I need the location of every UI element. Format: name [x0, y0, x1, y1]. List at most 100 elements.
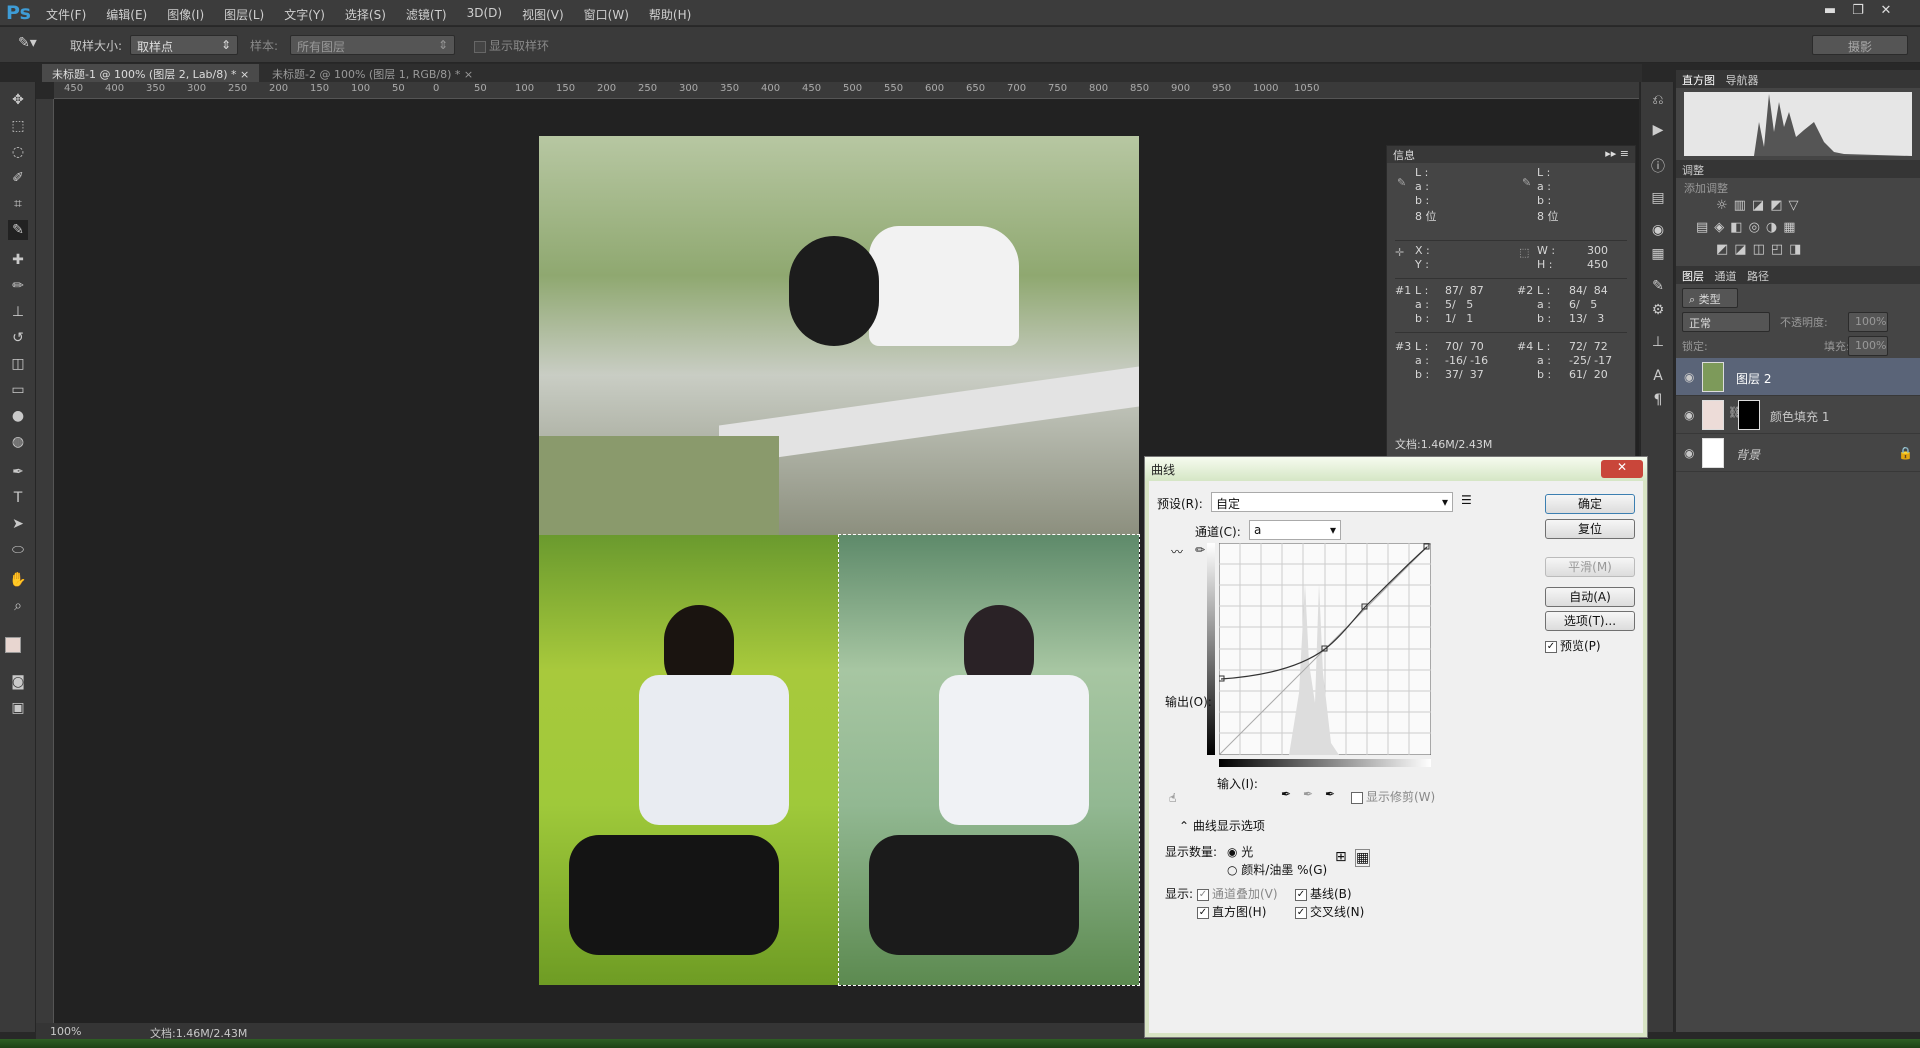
- menu-item[interactable]: 滤镜(T): [406, 6, 447, 23]
- path-select-icon[interactable]: ➤: [8, 514, 28, 534]
- channel-overlay-checkbox[interactable]: ✓ 通道叠加(V): [1197, 885, 1278, 902]
- menu-item[interactable]: 3D(D): [467, 6, 502, 23]
- eye-icon[interactable]: ◉: [1684, 408, 1694, 422]
- menu-item[interactable]: 选择(S): [345, 6, 386, 23]
- layer-kind-filter[interactable]: ⌕ 类型: [1682, 288, 1738, 308]
- brush-presets-icon[interactable]: ⚙: [1648, 302, 1668, 322]
- layer-name[interactable]: 颜色填充 1: [1770, 408, 1829, 425]
- adjustment-icons-row-3[interactable]: ◩◪◫◰◨: [1716, 242, 1807, 257]
- black-point-eyedropper-icon[interactable]: ✒: [1281, 787, 1291, 801]
- sample-select[interactable]: 所有图层 ⇕: [290, 35, 455, 55]
- fill-input[interactable]: 100%: [1848, 336, 1888, 356]
- tab-channels[interactable]: 通道: [1715, 270, 1737, 283]
- character-panel-icon[interactable]: A: [1648, 368, 1668, 388]
- history-brush-icon[interactable]: ↺: [8, 328, 28, 348]
- info-panel-icon[interactable]: ⓘ: [1648, 156, 1668, 176]
- curve-point-tool-icon[interactable]: 〰: [1171, 543, 1183, 560]
- hand-tool-icon[interactable]: ✋: [8, 570, 28, 590]
- histogram-checkbox[interactable]: ✓ 直方图(H): [1197, 903, 1266, 920]
- display-options-toggle[interactable]: ⌃ 曲线显示选项: [1179, 817, 1265, 834]
- menu-item[interactable]: 图像(I): [167, 6, 204, 23]
- eraser-tool-icon[interactable]: ◫: [8, 354, 28, 374]
- menu-item[interactable]: 图层(L): [224, 6, 264, 23]
- move-tool-icon[interactable]: ✥: [8, 90, 28, 110]
- adjustment-icons-row-1[interactable]: ☼▥◪◩▽: [1716, 198, 1805, 213]
- intersection-checkbox[interactable]: ✓ 交叉线(N): [1295, 903, 1364, 920]
- close-tab-icon[interactable]: ×: [464, 68, 473, 81]
- menu-item[interactable]: 视图(V): [522, 6, 564, 23]
- crop-tool-icon[interactable]: ⌗: [8, 194, 28, 214]
- foreground-color-swatch[interactable]: [5, 637, 21, 653]
- sample-size-select[interactable]: 取样点 ⇕: [130, 35, 238, 55]
- baseline-checkbox[interactable]: ✓ 基线(B): [1295, 885, 1352, 902]
- detailed-grid-icon[interactable]: ▦: [1355, 849, 1371, 867]
- menu-item[interactable]: 窗口(W): [584, 6, 629, 23]
- healing-brush-icon[interactable]: ✚: [8, 250, 28, 270]
- dodge-tool-icon[interactable]: ◍: [8, 432, 28, 452]
- history-panel-icon[interactable]: ⎌: [1648, 92, 1668, 112]
- type-tool-icon[interactable]: T: [8, 488, 28, 508]
- paragraph-panel-icon[interactable]: ¶: [1648, 392, 1668, 412]
- tab-document-2[interactable]: 未标题-2 @ 100% (图层 1, RGB/8) * ×: [262, 64, 483, 82]
- menu-item[interactable]: 帮助(H): [649, 6, 691, 23]
- brush-tool-icon[interactable]: ✏: [8, 276, 28, 296]
- pigment-radio[interactable]: ○ 颜料/油墨 %(G): [1227, 861, 1327, 878]
- tab-histogram[interactable]: 直方图: [1682, 74, 1715, 87]
- layer-name[interactable]: 图层 2: [1736, 370, 1771, 387]
- tab-document-1[interactable]: 未标题-1 @ 100% (图层 2, Lab/8) * ×: [42, 64, 260, 82]
- preset-select[interactable]: 自定 ▾: [1211, 492, 1453, 512]
- blend-mode-select[interactable]: 正常: [1682, 312, 1770, 332]
- light-radio[interactable]: ◉ 光: [1227, 843, 1253, 860]
- opacity-input[interactable]: 100%: [1848, 312, 1888, 332]
- layer-row[interactable]: ◉ 背景 🔒: [1676, 434, 1920, 472]
- preset-options-icon[interactable]: ☰: [1461, 493, 1472, 507]
- reset-button[interactable]: 复位: [1545, 519, 1635, 539]
- eyedropper-icon[interactable]: ✎▾: [18, 35, 37, 51]
- layer-row[interactable]: ◉ 图层 2: [1676, 358, 1920, 396]
- on-image-adjust-icon[interactable]: ☝: [1169, 791, 1176, 805]
- eyedropper-tool-icon[interactable]: ✎: [8, 220, 28, 240]
- actions-panel-icon[interactable]: ▶: [1648, 122, 1668, 142]
- smooth-button[interactable]: 平滑(M): [1545, 557, 1635, 577]
- minimize-icon[interactable]: ▬: [1818, 2, 1842, 20]
- close-icon[interactable]: ✕: [1874, 2, 1898, 20]
- preview-checkbox[interactable]: ✓ 预览(P): [1545, 637, 1601, 654]
- layer-row[interactable]: ◉ ⛓ 颜色填充 1: [1676, 396, 1920, 434]
- show-ring-checkbox[interactable]: 显示取样环: [474, 37, 549, 54]
- menu-item[interactable]: 文件(F): [46, 6, 86, 23]
- properties-panel-icon[interactable]: ▤: [1648, 190, 1668, 210]
- quick-select-tool-icon[interactable]: ✐: [8, 168, 28, 188]
- layer-name[interactable]: 背景: [1736, 446, 1760, 463]
- auto-button[interactable]: 自动(A): [1545, 587, 1635, 607]
- blur-tool-icon[interactable]: ●: [8, 406, 28, 426]
- restore-icon[interactable]: ❐: [1846, 2, 1870, 20]
- pen-tool-icon[interactable]: ✒: [8, 462, 28, 482]
- pencil-tool-icon[interactable]: ✏: [1195, 543, 1205, 557]
- close-icon[interactable]: ✕: [1601, 460, 1643, 478]
- show-clipping-checkbox[interactable]: 显示修剪(W): [1351, 788, 1435, 805]
- swatches-panel-icon[interactable]: ◉: [1648, 222, 1668, 242]
- ok-button[interactable]: 确定: [1545, 494, 1635, 514]
- tab-layers[interactable]: 图层: [1682, 270, 1704, 283]
- menu-item[interactable]: 文字(Y): [284, 6, 325, 23]
- panel-menu-icon[interactable]: ▸▸ ≡: [1605, 147, 1629, 160]
- marquee-tool-icon[interactable]: ⬚: [8, 116, 28, 136]
- eye-icon[interactable]: ◉: [1684, 370, 1694, 384]
- zoom-level[interactable]: 100%: [50, 1025, 81, 1038]
- screen-mode-icon[interactable]: ▣: [8, 698, 28, 718]
- menu-item[interactable]: 编辑(E): [106, 6, 147, 23]
- clone-source-icon[interactable]: ⊥: [1648, 334, 1668, 354]
- brush-panel-icon[interactable]: ✎: [1648, 278, 1668, 298]
- gradient-tool-icon[interactable]: ▭: [8, 380, 28, 400]
- clone-stamp-icon[interactable]: ⊥: [8, 302, 28, 322]
- curves-graph[interactable]: [1219, 543, 1431, 755]
- shape-tool-icon[interactable]: ⬭: [8, 540, 28, 560]
- eye-icon[interactable]: ◉: [1684, 446, 1694, 460]
- lasso-tool-icon[interactable]: ◌: [8, 142, 28, 162]
- adjustment-icons-row-2[interactable]: ▤◈◧◎◑▦: [1696, 220, 1802, 235]
- quick-mask-icon[interactable]: ◙: [8, 672, 28, 692]
- tab-paths[interactable]: 路径: [1747, 270, 1769, 283]
- options-button[interactable]: 选项(T)...: [1545, 611, 1635, 631]
- styles-panel-icon[interactable]: ▦: [1648, 246, 1668, 266]
- simple-grid-icon[interactable]: ⊞: [1335, 849, 1347, 865]
